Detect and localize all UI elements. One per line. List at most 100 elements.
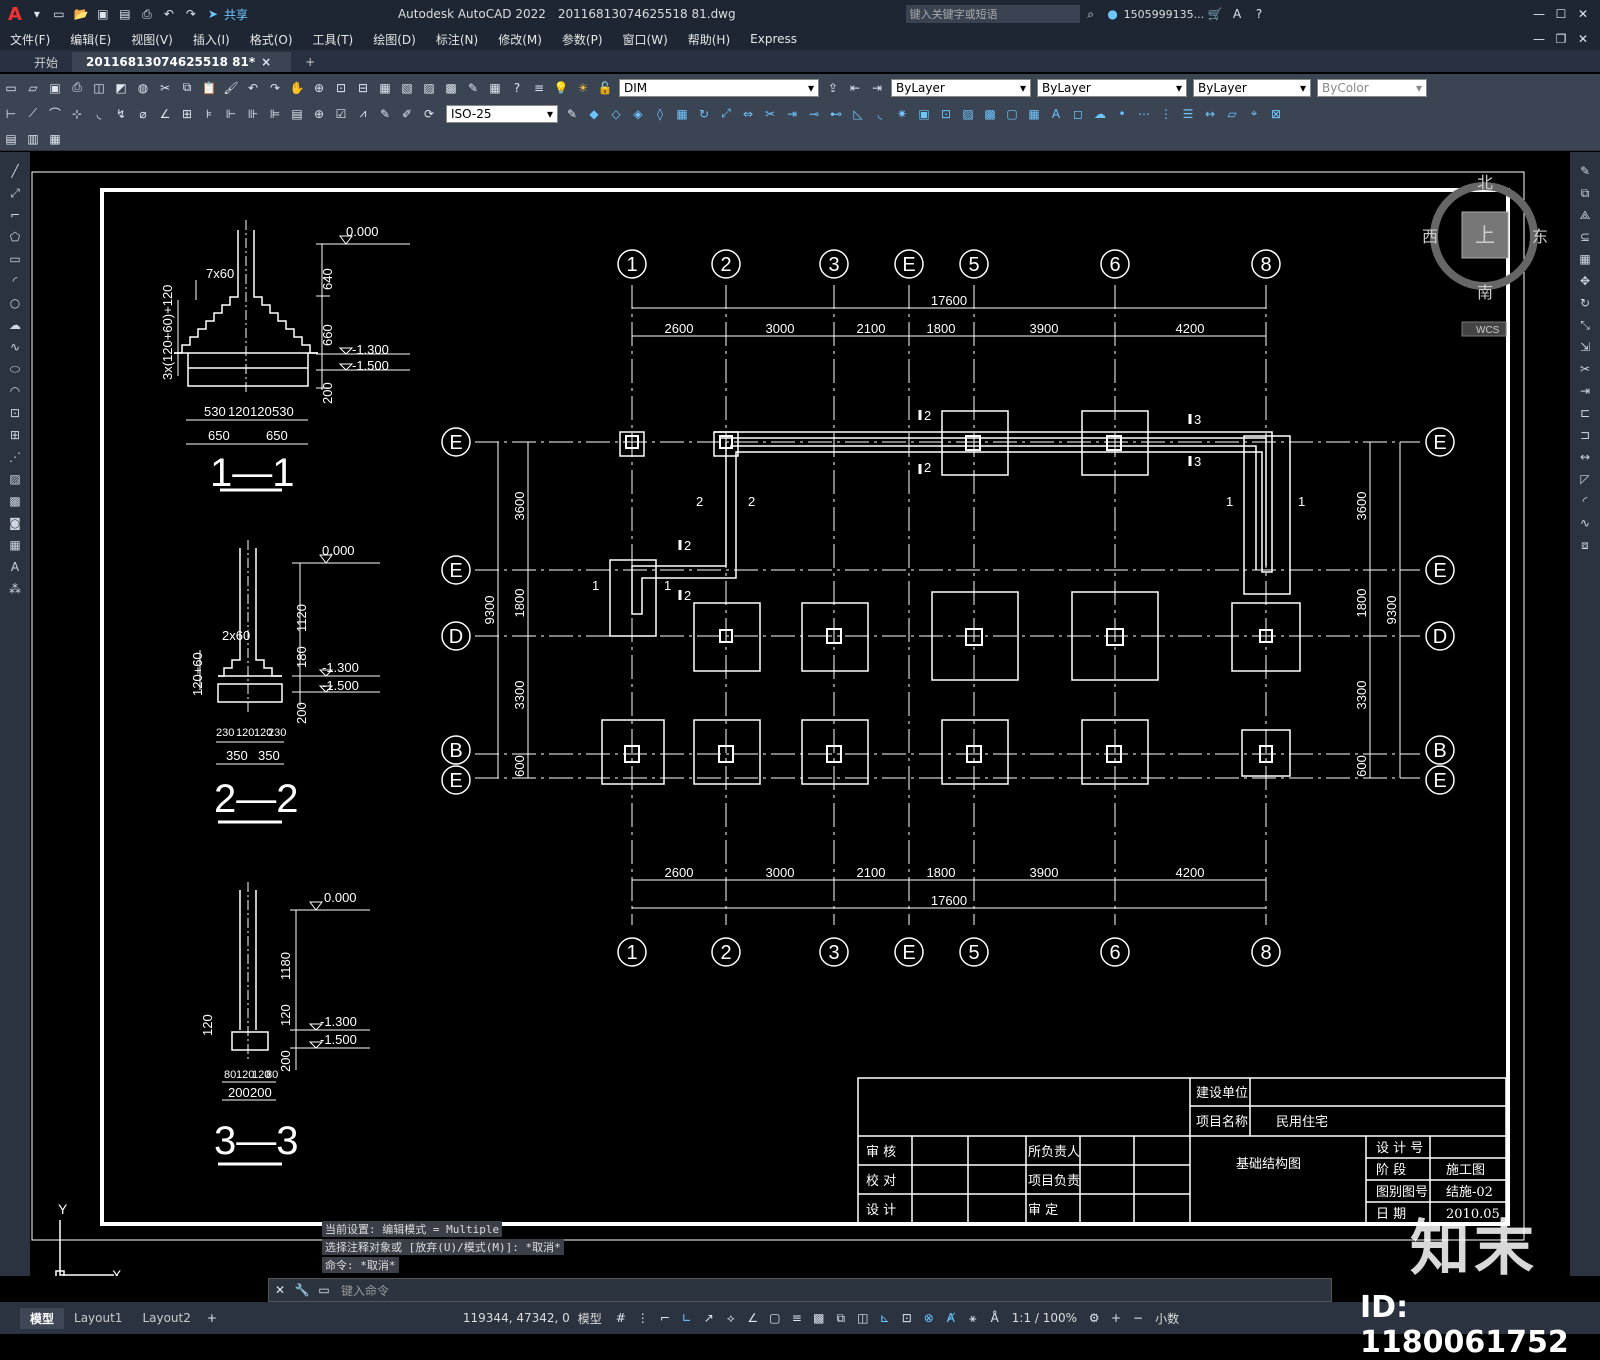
inspect-icon[interactable]: ☑ — [332, 105, 350, 123]
polar-icon[interactable]: ↗ — [700, 1309, 718, 1327]
table-icon[interactable]: ▦ — [1025, 105, 1043, 123]
dist-icon[interactable]: ↔ — [1201, 105, 1219, 123]
line-icon[interactable]: ╱ — [6, 162, 24, 180]
dim-text-edit-icon[interactable]: ✐ — [398, 105, 416, 123]
close-icon[interactable]: ✕ — [271, 1281, 289, 1299]
insert-block-icon[interactable]: ⊡ — [6, 404, 24, 422]
layer-dropdown[interactable]: DIM ▾ — [619, 78, 819, 97]
xref-icon[interactable]: ▥ — [24, 130, 42, 148]
viewcube-east[interactable]: 东 — [1532, 228, 1548, 246]
add-layout-icon[interactable]: + — [203, 1309, 221, 1327]
dim-update-icon[interactable]: ⟳ — [420, 105, 438, 123]
dropdown-icon[interactable]: ▾ — [28, 5, 46, 23]
dim-radius-icon[interactable]: ◟ — [90, 105, 108, 123]
coordinates-readout[interactable]: 119344, 47342, 0 — [463, 1311, 570, 1325]
stretch-icon[interactable]: ⇔ — [739, 105, 757, 123]
list-icon[interactable]: ☰ — [1179, 105, 1197, 123]
extend-icon[interactable]: ⇥ — [783, 105, 801, 123]
menu-edit[interactable]: 编辑(E) — [70, 31, 111, 48]
share-icon[interactable]: ➤ — [204, 5, 222, 23]
dim-arc-icon[interactable]: ⌒ — [46, 105, 64, 123]
tab-add[interactable]: + — [291, 52, 329, 72]
revcloud-icon[interactable]: ☁ — [1091, 105, 1109, 123]
help-icon[interactable]: ? — [508, 79, 526, 97]
scale-icon[interactable]: ⤡ — [1576, 316, 1594, 334]
menu-file[interactable]: 文件(F) — [10, 31, 50, 48]
center-mark-icon[interactable]: ⊕ — [310, 105, 328, 123]
open-icon[interactable]: ▱ — [24, 79, 42, 97]
doc-restore-icon[interactable]: ❐ — [1552, 30, 1570, 48]
dim-continue-icon[interactable]: ⊩ — [222, 105, 240, 123]
erase-icon[interactable]: ✎ — [1576, 162, 1594, 180]
layer-on-icon[interactable]: 💡 — [552, 79, 570, 97]
lineweight-icon[interactable]: ≡ — [788, 1309, 806, 1327]
hatch-icon[interactable]: ▨ — [959, 105, 977, 123]
break-icon[interactable]: ⊸ — [805, 105, 823, 123]
menu-tools[interactable]: 工具(T) — [313, 31, 354, 48]
dim-diameter-icon[interactable]: ⌀ — [134, 105, 152, 123]
minimize-icon[interactable]: — — [1530, 5, 1548, 23]
color-dropdown[interactable]: ByLayer ▾ — [891, 78, 1031, 97]
selection-cycle-icon[interactable]: ⧉ — [832, 1309, 850, 1327]
block-icon[interactable]: ▣ — [915, 105, 933, 123]
gradient-icon[interactable]: ▩ — [981, 105, 999, 123]
menu-draw[interactable]: 绘图(D) — [373, 31, 416, 48]
area-icon[interactable]: ▱ — [1223, 105, 1241, 123]
point-icon[interactable]: ⋰ — [6, 448, 24, 466]
dim-ordinate-icon[interactable]: ⊹ — [68, 105, 86, 123]
calc-icon[interactable]: ▦ — [486, 79, 504, 97]
trim-icon[interactable]: ✂ — [761, 105, 779, 123]
copy-icon[interactable]: ⧉ — [178, 79, 196, 97]
menu-help[interactable]: 帮助(H) — [688, 31, 730, 48]
viewcube-south[interactable]: 南 — [1477, 284, 1493, 302]
doc-close-icon[interactable]: ✕ — [1574, 30, 1592, 48]
viewcube[interactable]: 上 北 南 西 东 WCS — [1422, 174, 1548, 337]
menu-modify[interactable]: 修改(M) — [498, 31, 542, 48]
print-icon[interactable]: ⎙ — [68, 79, 86, 97]
tab-drawing[interactable]: 20116813074625518 81* × — [72, 52, 292, 72]
xline-icon[interactable]: ⤢ — [6, 184, 24, 202]
move-icon[interactable]: ✥ — [1576, 272, 1594, 290]
gradient-icon[interactable]: ▩ — [6, 492, 24, 510]
rotate-icon[interactable]: ↻ — [695, 105, 713, 123]
join-icon[interactable]: ⊷ — [827, 105, 845, 123]
ortho-icon[interactable]: ∟ — [678, 1309, 696, 1327]
transparency-icon[interactable]: ▩ — [810, 1309, 828, 1327]
units-readout[interactable]: 小数 — [1155, 1310, 1179, 1327]
dim-break-icon[interactable]: ⊫ — [266, 105, 284, 123]
drawing-canvas[interactable]: 0.000 -1.300 -1.500 640 660 200 7x60 3x(… — [30, 152, 1570, 1283]
insert-icon[interactable]: ⊡ — [937, 105, 955, 123]
copy-obj-icon[interactable]: ◇ — [607, 105, 625, 123]
rectangle-icon[interactable]: ▭ — [6, 250, 24, 268]
command-input[interactable]: ✕ 🔧 ▭ 键入命令 — [268, 1278, 1332, 1302]
join-icon[interactable]: ↔ — [1576, 448, 1594, 466]
app-logo[interactable]: A — [8, 4, 22, 25]
polygon-icon[interactable]: ⬠ — [6, 228, 24, 246]
pline-icon[interactable]: ⌐ — [6, 206, 24, 224]
break-icon[interactable]: ⊐ — [1576, 426, 1594, 444]
revcloud-icon[interactable]: ☁ — [6, 316, 24, 334]
tab-layout2[interactable]: Layout2 — [132, 1309, 200, 1327]
table-icon[interactable]: ▦ — [6, 536, 24, 554]
scale-icon[interactable]: ⤢ — [717, 105, 735, 123]
qdim-icon[interactable]: ⊞ — [178, 105, 196, 123]
search-icon[interactable]: ⌕ — [1082, 5, 1100, 23]
fillet-icon[interactable]: ◜ — [1576, 492, 1594, 510]
cut-icon[interactable]: ✂ — [156, 79, 174, 97]
region-icon[interactable]: ▢ — [1003, 105, 1021, 123]
dimstyle-manager-icon[interactable]: ✎ — [563, 105, 581, 123]
wrench-icon[interactable]: 🔧 — [293, 1281, 311, 1299]
new-file-icon[interactable]: ▭ — [50, 5, 68, 23]
cart-icon[interactable]: 🛒 — [1206, 5, 1224, 23]
mtext-icon[interactable]: A — [1047, 105, 1065, 123]
dim-edit-icon[interactable]: ✎ — [376, 105, 394, 123]
user-icon[interactable]: ● — [1104, 5, 1122, 23]
selection-filter-icon[interactable]: ⊡ — [898, 1309, 916, 1327]
matchprop-icon[interactable]: 🖌 — [222, 79, 240, 97]
dim-baseline-icon[interactable]: ⊧ — [200, 105, 218, 123]
dimstyle-dropdown[interactable]: ISO-25 ▾ — [446, 104, 558, 123]
plus-icon[interactable]: + — [1107, 1309, 1125, 1327]
user-name[interactable]: 1505999135... — [1124, 8, 1204, 21]
mirror-icon[interactable]: ⟁ — [1576, 206, 1594, 224]
copy-icon[interactable]: ⧉ — [1576, 184, 1594, 202]
